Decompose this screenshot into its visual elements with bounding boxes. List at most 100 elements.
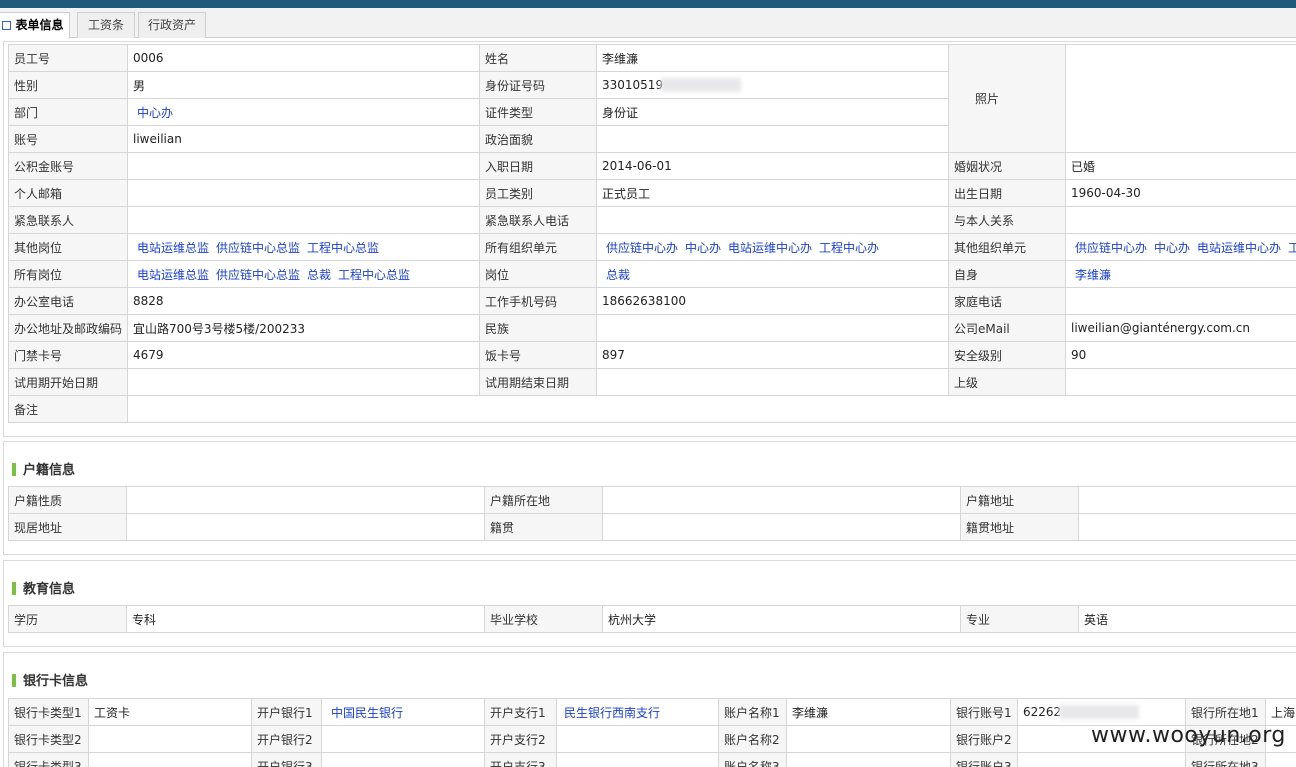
table-row: 所有岗位 电站运维总监 供应链中心总监 总裁 工程中心总监 岗位 总裁 自身 李维濂 [8, 260, 1296, 288]
link-unit[interactable]: 电站运维中心办 [1197, 241, 1281, 255]
label-other-units: 其他组织单元 [948, 233, 1066, 261]
link-post[interactable]: 供应链中心总监 [216, 268, 300, 282]
value-account-no [1017, 752, 1186, 767]
value-mobile: 18662638100 [596, 287, 949, 315]
link-unit[interactable]: 电站运维中心办 [728, 241, 812, 255]
label-bank-type: 银行卡类型3 [8, 752, 89, 767]
section-bar-icon [12, 463, 16, 476]
table-row: 现居地址 籍贯 籍贯地址 [8, 513, 1296, 541]
value-office-addr: 宜山路700号3号楼5楼/200233 [127, 314, 480, 342]
value-emp-type: 正式员工 [596, 179, 949, 207]
label-id-no: 身份证号码 [479, 71, 597, 99]
value-native [602, 513, 961, 541]
label-company-email: 公司eMail [948, 314, 1066, 342]
label-other-posts: 其他岗位 [8, 233, 128, 261]
tab-form-info[interactable]: 表单信息 [0, 12, 70, 39]
label-home-phone: 家庭电话 [948, 287, 1066, 315]
link-post[interactable]: 电站运维总监 [137, 268, 209, 282]
table-row: 试用期开始日期 试用期结束日期 上级 [8, 368, 1296, 396]
value-political [596, 125, 949, 153]
label-household-location: 户籍所在地 [484, 486, 603, 514]
value-bank-city: 上海 [1265, 698, 1296, 726]
section-title-household: 户籍信息 [12, 459, 75, 478]
label-dept: 部门 [8, 98, 128, 126]
label-holder: 账户名称1 [718, 698, 787, 726]
value-account-no-cell: 62262 [1017, 698, 1186, 726]
label-bank-city: 银行所在地1 [1185, 698, 1266, 726]
value-household-address [1078, 486, 1296, 514]
value-holder [786, 725, 951, 753]
tab-admin-assets[interactable]: 行政资产 [138, 12, 206, 38]
link-unit[interactable]: 工 [1288, 241, 1296, 255]
link-dept[interactable]: 中心办 [137, 106, 173, 120]
value-id-no: 33010519 [602, 78, 664, 92]
bank-panel: 银行卡信息 银行卡类型1 工资卡 开户银行1 中国民生银行 开户支行1 民生银行… [3, 652, 1296, 767]
link-post[interactable]: 总裁 [606, 268, 630, 282]
table-row: 办公地址及邮政编码 宜山路700号3号楼5楼/200233 民族 公司eMail… [8, 314, 1296, 342]
redaction-blur [661, 78, 742, 92]
link-self[interactable]: 李维濂 [1075, 268, 1111, 282]
label-native: 籍贯 [484, 513, 603, 541]
link-unit[interactable]: 供应链中心办 [1075, 241, 1147, 255]
link-unit[interactable]: 中心办 [1154, 241, 1190, 255]
label-all-units: 所有组织单元 [479, 233, 597, 261]
section-bar-icon [12, 674, 16, 687]
value-trial-start [127, 368, 480, 396]
tab-payslip[interactable]: 工资条 [77, 12, 135, 38]
link-post[interactable]: 供应链中心总监 [216, 241, 300, 255]
value-fund [127, 152, 480, 180]
label-major: 专业 [960, 605, 1079, 633]
label-relation: 与本人关系 [948, 206, 1066, 234]
value-hire-date: 2014-06-01 [596, 152, 949, 180]
label-self: 自身 [948, 260, 1066, 288]
value-superior [1065, 368, 1296, 396]
label-bank: 开户银行3 [251, 752, 322, 767]
label-bank-type: 银行卡类型1 [8, 698, 89, 726]
label-mobile: 工作手机号码 [479, 287, 597, 315]
label-office-phone: 办公室电话 [8, 287, 128, 315]
link-post[interactable]: 电站运维总监 [137, 241, 209, 255]
table-row: 银行卡类型1 工资卡 开户银行1 中国民生银行 开户支行1 民生银行西南支行 账… [8, 698, 1296, 726]
value-school: 杭州大学 [602, 605, 961, 633]
label-bank-type: 银行卡类型2 [8, 725, 89, 753]
value-all-units: 供应链中心办 中心办 电站运维中心办 工程中心办 [596, 233, 949, 261]
label-hire-date: 入职日期 [479, 152, 597, 180]
label-name: 姓名 [479, 44, 597, 72]
value-home-phone [1065, 287, 1296, 315]
label-office-addr: 办公地址及邮政编码 [8, 314, 128, 342]
value-emergency [127, 206, 480, 234]
link-unit[interactable]: 供应链中心办 [606, 241, 678, 255]
label-door-card: 门禁卡号 [8, 341, 128, 369]
link-unit[interactable]: 中心办 [685, 241, 721, 255]
value-bank-type [88, 752, 252, 767]
label-native-address: 籍贯地址 [960, 513, 1079, 541]
value-dept-cell: 中心办 [127, 98, 480, 126]
link-post[interactable]: 工程中心总监 [307, 241, 379, 255]
redaction-blur [1059, 705, 1140, 719]
value-bank-city [1265, 752, 1296, 767]
value-bank [321, 725, 485, 753]
label-personal-email: 个人邮箱 [8, 179, 128, 207]
label-branch: 开户支行3 [484, 752, 557, 767]
value-emergency-phone [596, 206, 949, 234]
value-branch-cell: 民生银行西南支行 [556, 698, 719, 726]
value-other-units: 供应链中心办中心办电站运维中心办工 [1065, 233, 1296, 261]
label-holder: 账户名称2 [718, 725, 787, 753]
link-post[interactable]: 总裁 [307, 268, 331, 282]
link-post[interactable]: 工程中心总监 [338, 268, 410, 282]
label-bank: 开户银行2 [251, 725, 322, 753]
section-title-bank: 银行卡信息 [12, 670, 88, 689]
photo-area[interactable] [1065, 44, 1296, 153]
table-row: 员工号 0006 姓名 李维濂 照片 [8, 44, 1296, 153]
section-bar-icon [12, 582, 16, 595]
label-emergency-phone: 紧急联系人电话 [479, 206, 597, 234]
link-bank[interactable]: 中国民生银行 [331, 706, 403, 720]
label-gender: 性别 [8, 71, 128, 99]
link-branch[interactable]: 民生银行西南支行 [564, 706, 660, 720]
form-icon [2, 21, 12, 30]
link-unit[interactable]: 工程中心办 [819, 241, 879, 255]
label-school: 毕业学校 [484, 605, 603, 633]
label-id-type: 证件类型 [479, 98, 597, 126]
value-household-nature [126, 486, 485, 514]
value-name: 李维濂 [596, 44, 949, 72]
